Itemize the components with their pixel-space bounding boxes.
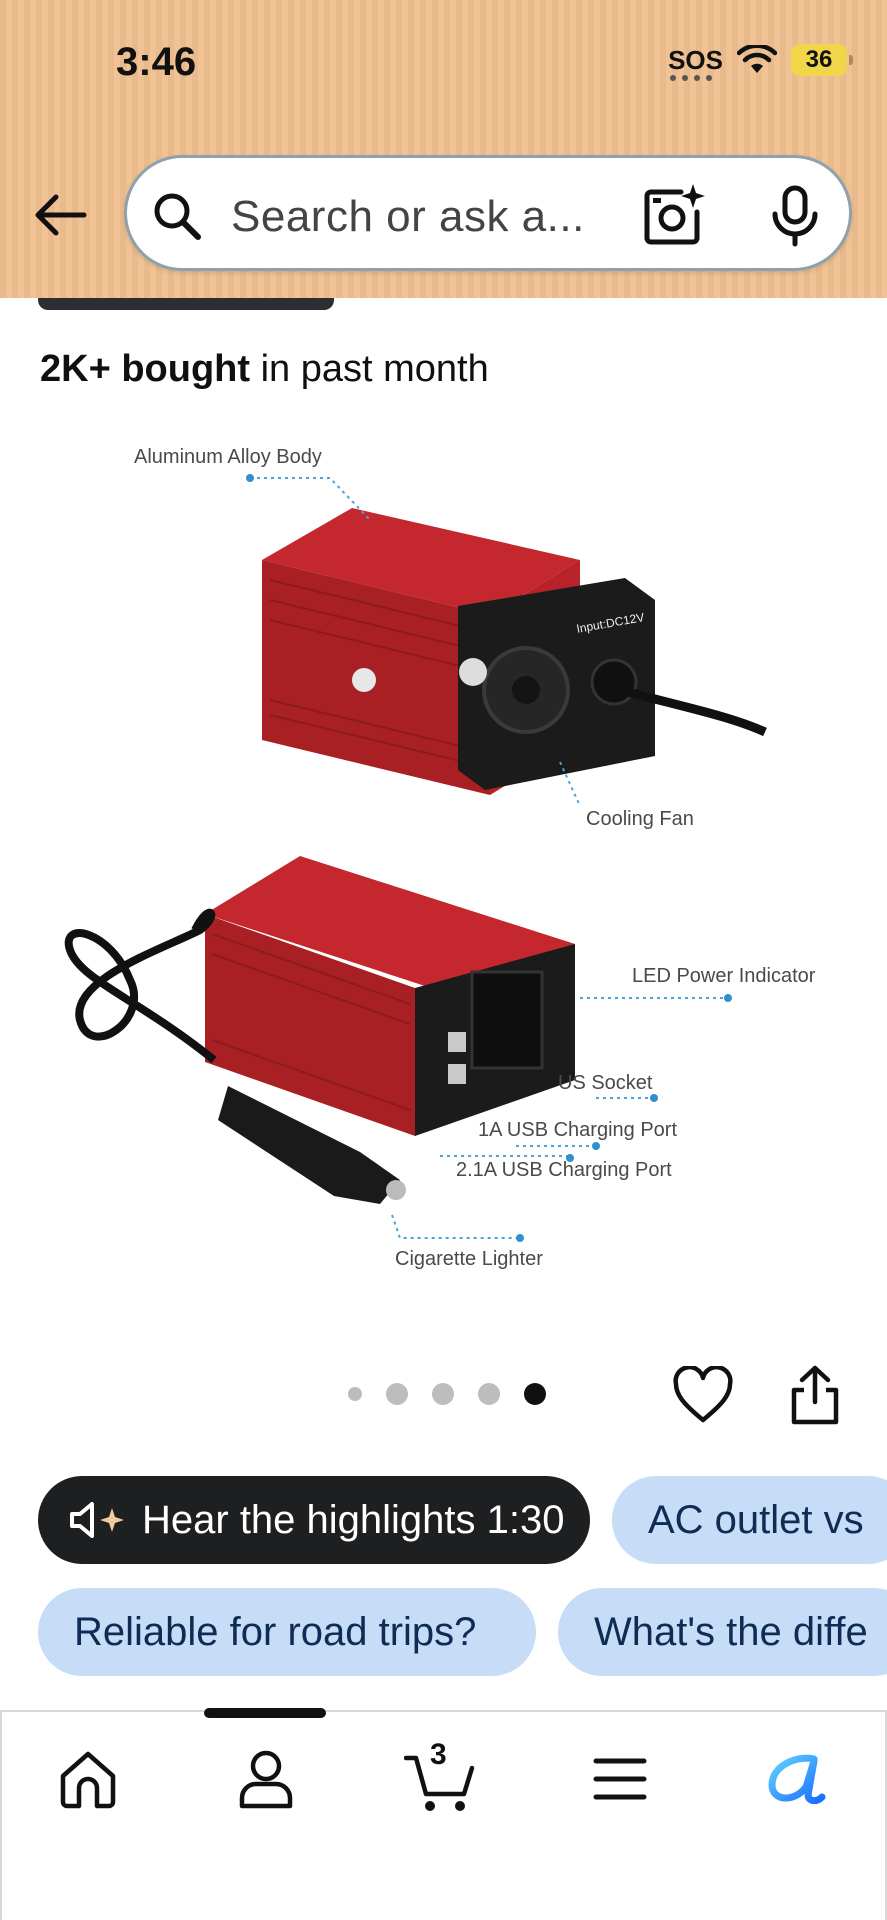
inverter-top [262, 508, 767, 795]
nav-menu[interactable] [584, 1744, 656, 1814]
chip-label: Reliable for road trips? [74, 1609, 477, 1654]
cart-count: 3 [430, 1738, 447, 1771]
home-icon [60, 1751, 116, 1809]
chip-label: What's the diffe [594, 1609, 868, 1654]
nav-cart[interactable]: 3 [404, 1738, 476, 1814]
microphone-icon[interactable] [767, 184, 823, 248]
callout-led: LED Power Indicator [632, 965, 816, 987]
inverter-bottom [64, 856, 575, 1204]
callout-usb1: 1A USB Charging Port [478, 1119, 677, 1141]
carousel-dot-active[interactable] [524, 1383, 546, 1405]
wifi-icon [737, 45, 777, 73]
question-chip-difference[interactable]: What's the diffe [558, 1588, 887, 1676]
back-arrow-icon [35, 194, 87, 236]
share-icon[interactable] [790, 1364, 840, 1426]
speaker-sparkle-icon [70, 1502, 124, 1538]
header: 3:46 SOS 36 Search or ask a... [0, 0, 887, 298]
carousel-dot[interactable] [432, 1383, 454, 1405]
badge-strip [38, 298, 334, 310]
signal-dots [670, 74, 713, 81]
product-image[interactable]: Aluminum Alloy Body Input:DC12V Cooling … [0, 420, 887, 1300]
status-time: 3:46 [116, 40, 197, 84]
bought-info: 2K+ bought in past month [40, 348, 489, 391]
search-icon [154, 193, 201, 240]
carousel-dot[interactable] [478, 1383, 500, 1405]
callout-socket: US Socket [558, 1072, 653, 1094]
product-illustration [64, 474, 767, 1242]
sos-indicator: SOS [668, 44, 723, 81]
question-chip-ac-outlet[interactable]: AC outlet vs [612, 1476, 887, 1564]
carousel-dot[interactable] [386, 1383, 408, 1405]
battery-level: 36 [805, 46, 833, 73]
bought-suffix: in past month [250, 348, 489, 390]
nav-account[interactable] [230, 1744, 302, 1814]
nav-home[interactable] [52, 1744, 124, 1814]
status-icons: SOS 36 [668, 44, 853, 81]
callout-fan: Cooling Fan [586, 808, 694, 830]
sos-label: SOS [668, 44, 723, 75]
hear-highlights-button[interactable]: Hear the highlights 1:30 [38, 1476, 590, 1564]
chip-label: AC outlet vs [648, 1497, 864, 1542]
search-bar[interactable]: Search or ask a... [124, 155, 852, 271]
heart-icon[interactable] [672, 1366, 734, 1424]
account-icon [239, 1750, 293, 1809]
nav-rufus[interactable] [760, 1744, 832, 1814]
callout-lighter: Cigarette Lighter [395, 1248, 543, 1270]
menu-icon [593, 1758, 647, 1800]
callout-body: Aluminum Alloy Body [134, 446, 322, 468]
active-tab-indicator [204, 1708, 326, 1718]
back-button[interactable] [30, 185, 90, 245]
hear-highlights-label: Hear the highlights 1:30 [142, 1497, 565, 1542]
rufus-icon [768, 1754, 826, 1805]
callout-usb2: 2.1A USB Charging Port [456, 1159, 672, 1181]
bought-count: 2K+ bought [40, 348, 251, 390]
battery-icon: 36 [791, 44, 853, 76]
camera-lens-icon[interactable] [641, 182, 707, 248]
question-chip-road-trips[interactable]: Reliable for road trips? [38, 1588, 536, 1676]
search-input[interactable]: Search or ask a... [231, 192, 585, 242]
carousel-dot[interactable] [348, 1387, 362, 1401]
carousel-dots [348, 1383, 546, 1405]
